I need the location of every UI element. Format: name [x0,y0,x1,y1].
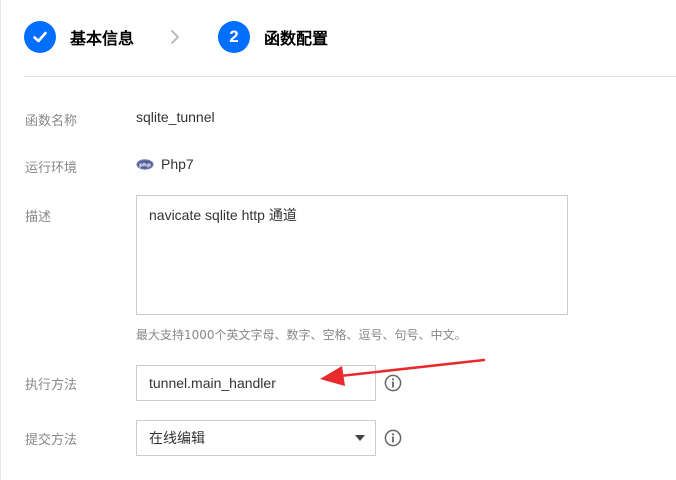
handler-label: 执行方法 [25,378,78,393]
step-basic-info[interactable]: 基本信息 [24,21,134,53]
php-icon: php [136,159,154,170]
description-help-text: 最大支持1000个英文字母、数字、空格、逗号、句号、中文。 [136,328,467,342]
stepper: 基本信息 2 函数配置 [24,21,328,53]
left-border [0,0,1,480]
chevron-right-icon [160,29,190,45]
step-label-basic-info: 基本信息 [70,29,135,48]
description-textarea[interactable]: navicate sqlite http 通道 [136,195,568,315]
function-name-label: 函数名称 [25,114,78,129]
info-icon[interactable] [384,374,402,392]
step-label-function-config: 函数配置 [264,29,329,48]
submit-method-label: 提交方法 [25,433,78,448]
submit-method-select[interactable]: 在线编辑 [136,420,376,456]
step-function-config[interactable]: 2 函数配置 [218,21,328,53]
runtime-label: 运行环境 [25,161,78,176]
runtime-value: Php7 [161,156,194,172]
svg-text:php: php [139,163,151,169]
caret-down-icon [355,435,365,441]
step-number: 2 [229,27,239,46]
info-icon[interactable] [384,429,402,447]
description-label: 描述 [25,210,52,225]
handler-input[interactable] [136,365,376,401]
submit-method-selected: 在线编辑 [149,431,205,447]
stepper-divider [24,76,676,77]
check-icon [24,21,56,53]
step-number-badge: 2 [218,21,251,53]
function-name-value: sqlite_tunnel [136,109,215,125]
